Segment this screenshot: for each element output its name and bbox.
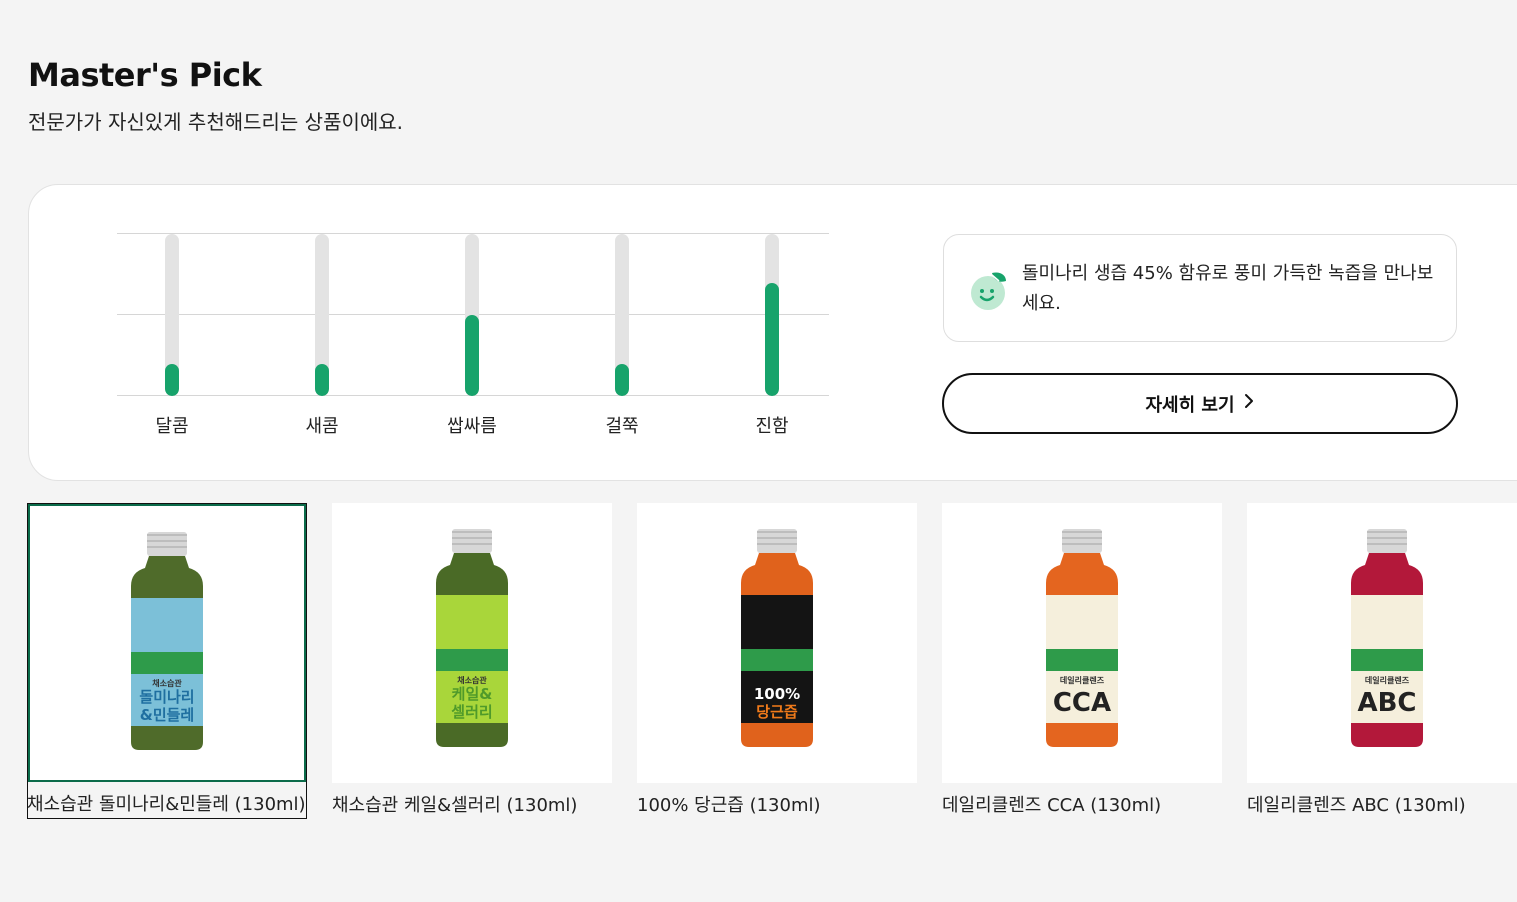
taste-track (765, 234, 779, 396)
product-card[interactable]: 100% 당근즙 100% 당근즙 (130ml) (637, 503, 917, 819)
product-image[interactable]: 데일리클렌즈 ABC (1247, 503, 1517, 783)
juice-bottle-icon: 데일리클렌즈 ABC (1351, 529, 1423, 747)
taste-label: 진함 (755, 416, 789, 437)
product-card[interactable]: 데일리클렌즈 ABC 데일리클렌즈 ABC (130ml) (1247, 503, 1517, 819)
juice-bottle-icon: 채소습관 돌미나리 &민들레 (131, 532, 203, 750)
svg-text:CCA: CCA (1053, 688, 1111, 718)
product-card[interactable]: 채소습관 돌미나리 &민들레 채소습관 돌미나리&민들레 (130ml) (27, 503, 307, 819)
svg-text:100%: 100% (754, 685, 800, 703)
taste-level-fill (465, 315, 479, 396)
taste-level-fill (315, 363, 329, 396)
taste-profile-card: 달콤 새콤 쌉싸름 걸쭉 진함 돌미나리 생즙 45% 함유로 풍미 가득한 녹… (28, 184, 1517, 481)
juice-bottle-icon: 데일리클렌즈 CCA (1046, 529, 1118, 747)
taste-attribute: 걸쭉 (567, 230, 677, 450)
product-name[interactable]: 100% 당근즙 (130ml) (637, 793, 917, 819)
svg-text:돌미나리: 돌미나리 (139, 688, 194, 706)
section-title: Master's Pick (28, 56, 262, 94)
svg-text:셀러리: 셀러리 (451, 703, 492, 721)
view-details-button[interactable]: 자세히 보기 (942, 373, 1458, 434)
taste-label: 걸쭉 (605, 416, 639, 437)
taste-level-fill (165, 363, 179, 396)
juice-bottle-icon: 채소습관 케일& 셀러리 (436, 529, 508, 747)
taste-level-fill (615, 363, 629, 396)
recommendation-text: 돌미나리 생즙 45% 함유로 풍미 가득한 녹즙을 만나보세요. (1022, 263, 1434, 314)
product-image[interactable]: 채소습관 케일& 셀러리 (332, 503, 612, 783)
view-details-label: 자세히 보기 (1145, 394, 1235, 416)
leaf-face-icon (970, 269, 1010, 311)
section-subtitle: 전문가가 자신있게 추천해드리는 상품이에요. (28, 110, 404, 134)
taste-label: 새콤 (305, 416, 339, 437)
product-image[interactable]: 데일리클렌즈 CCA (942, 503, 1222, 783)
taste-chart: 달콤 새콤 쌉싸름 걸쭉 진함 (117, 230, 829, 450)
svg-text:ABC: ABC (1357, 688, 1416, 718)
product-name[interactable]: 채소습관 케일&셀러리 (130ml) (332, 793, 612, 819)
product-card[interactable]: 데일리클렌즈 CCA 데일리클렌즈 CCA (130ml) (942, 503, 1222, 819)
svg-text:데일리클렌즈: 데일리클렌즈 (1060, 675, 1105, 685)
product-name[interactable]: 채소습관 돌미나리&민들레 (130ml) (27, 792, 306, 818)
taste-track (615, 234, 629, 396)
taste-attribute: 달콤 (117, 230, 227, 450)
product-name[interactable]: 데일리클렌즈 ABC (130ml) (1247, 793, 1517, 819)
juice-bottle-icon: 100% 당근즙 (741, 529, 813, 747)
svg-text:채소습관: 채소습관 (457, 675, 487, 685)
product-card[interactable]: 채소습관 케일& 셀러리 채소습관 케일&셀러리 (130ml) (332, 503, 612, 819)
product-image[interactable]: 채소습관 돌미나리 &민들레 (28, 504, 306, 782)
taste-track (165, 234, 179, 396)
svg-text:채소습관: 채소습관 (152, 678, 182, 688)
product-name[interactable]: 데일리클렌즈 CCA (130ml) (942, 793, 1222, 819)
taste-attribute: 진함 (717, 230, 827, 450)
svg-text:케일&: 케일& (452, 685, 493, 703)
svg-text:데일리클렌즈: 데일리클렌즈 (1365, 675, 1410, 685)
taste-label: 달콤 (155, 416, 189, 437)
svg-text:&민들레: &민들레 (140, 706, 194, 724)
chevron-right-icon (1243, 393, 1255, 414)
svg-text:당근즙: 당근즙 (756, 703, 798, 721)
taste-attribute: 새콤 (267, 230, 377, 450)
taste-level-fill (765, 282, 779, 396)
taste-track (465, 234, 479, 396)
product-image[interactable]: 100% 당근즙 (637, 503, 917, 783)
taste-label: 쌉싸름 (447, 416, 497, 437)
recommendation-info-box: 돌미나리 생즙 45% 함유로 풍미 가득한 녹즙을 만나보세요. (943, 234, 1457, 342)
taste-track (315, 234, 329, 396)
taste-attribute: 쌉싸름 (417, 230, 527, 450)
